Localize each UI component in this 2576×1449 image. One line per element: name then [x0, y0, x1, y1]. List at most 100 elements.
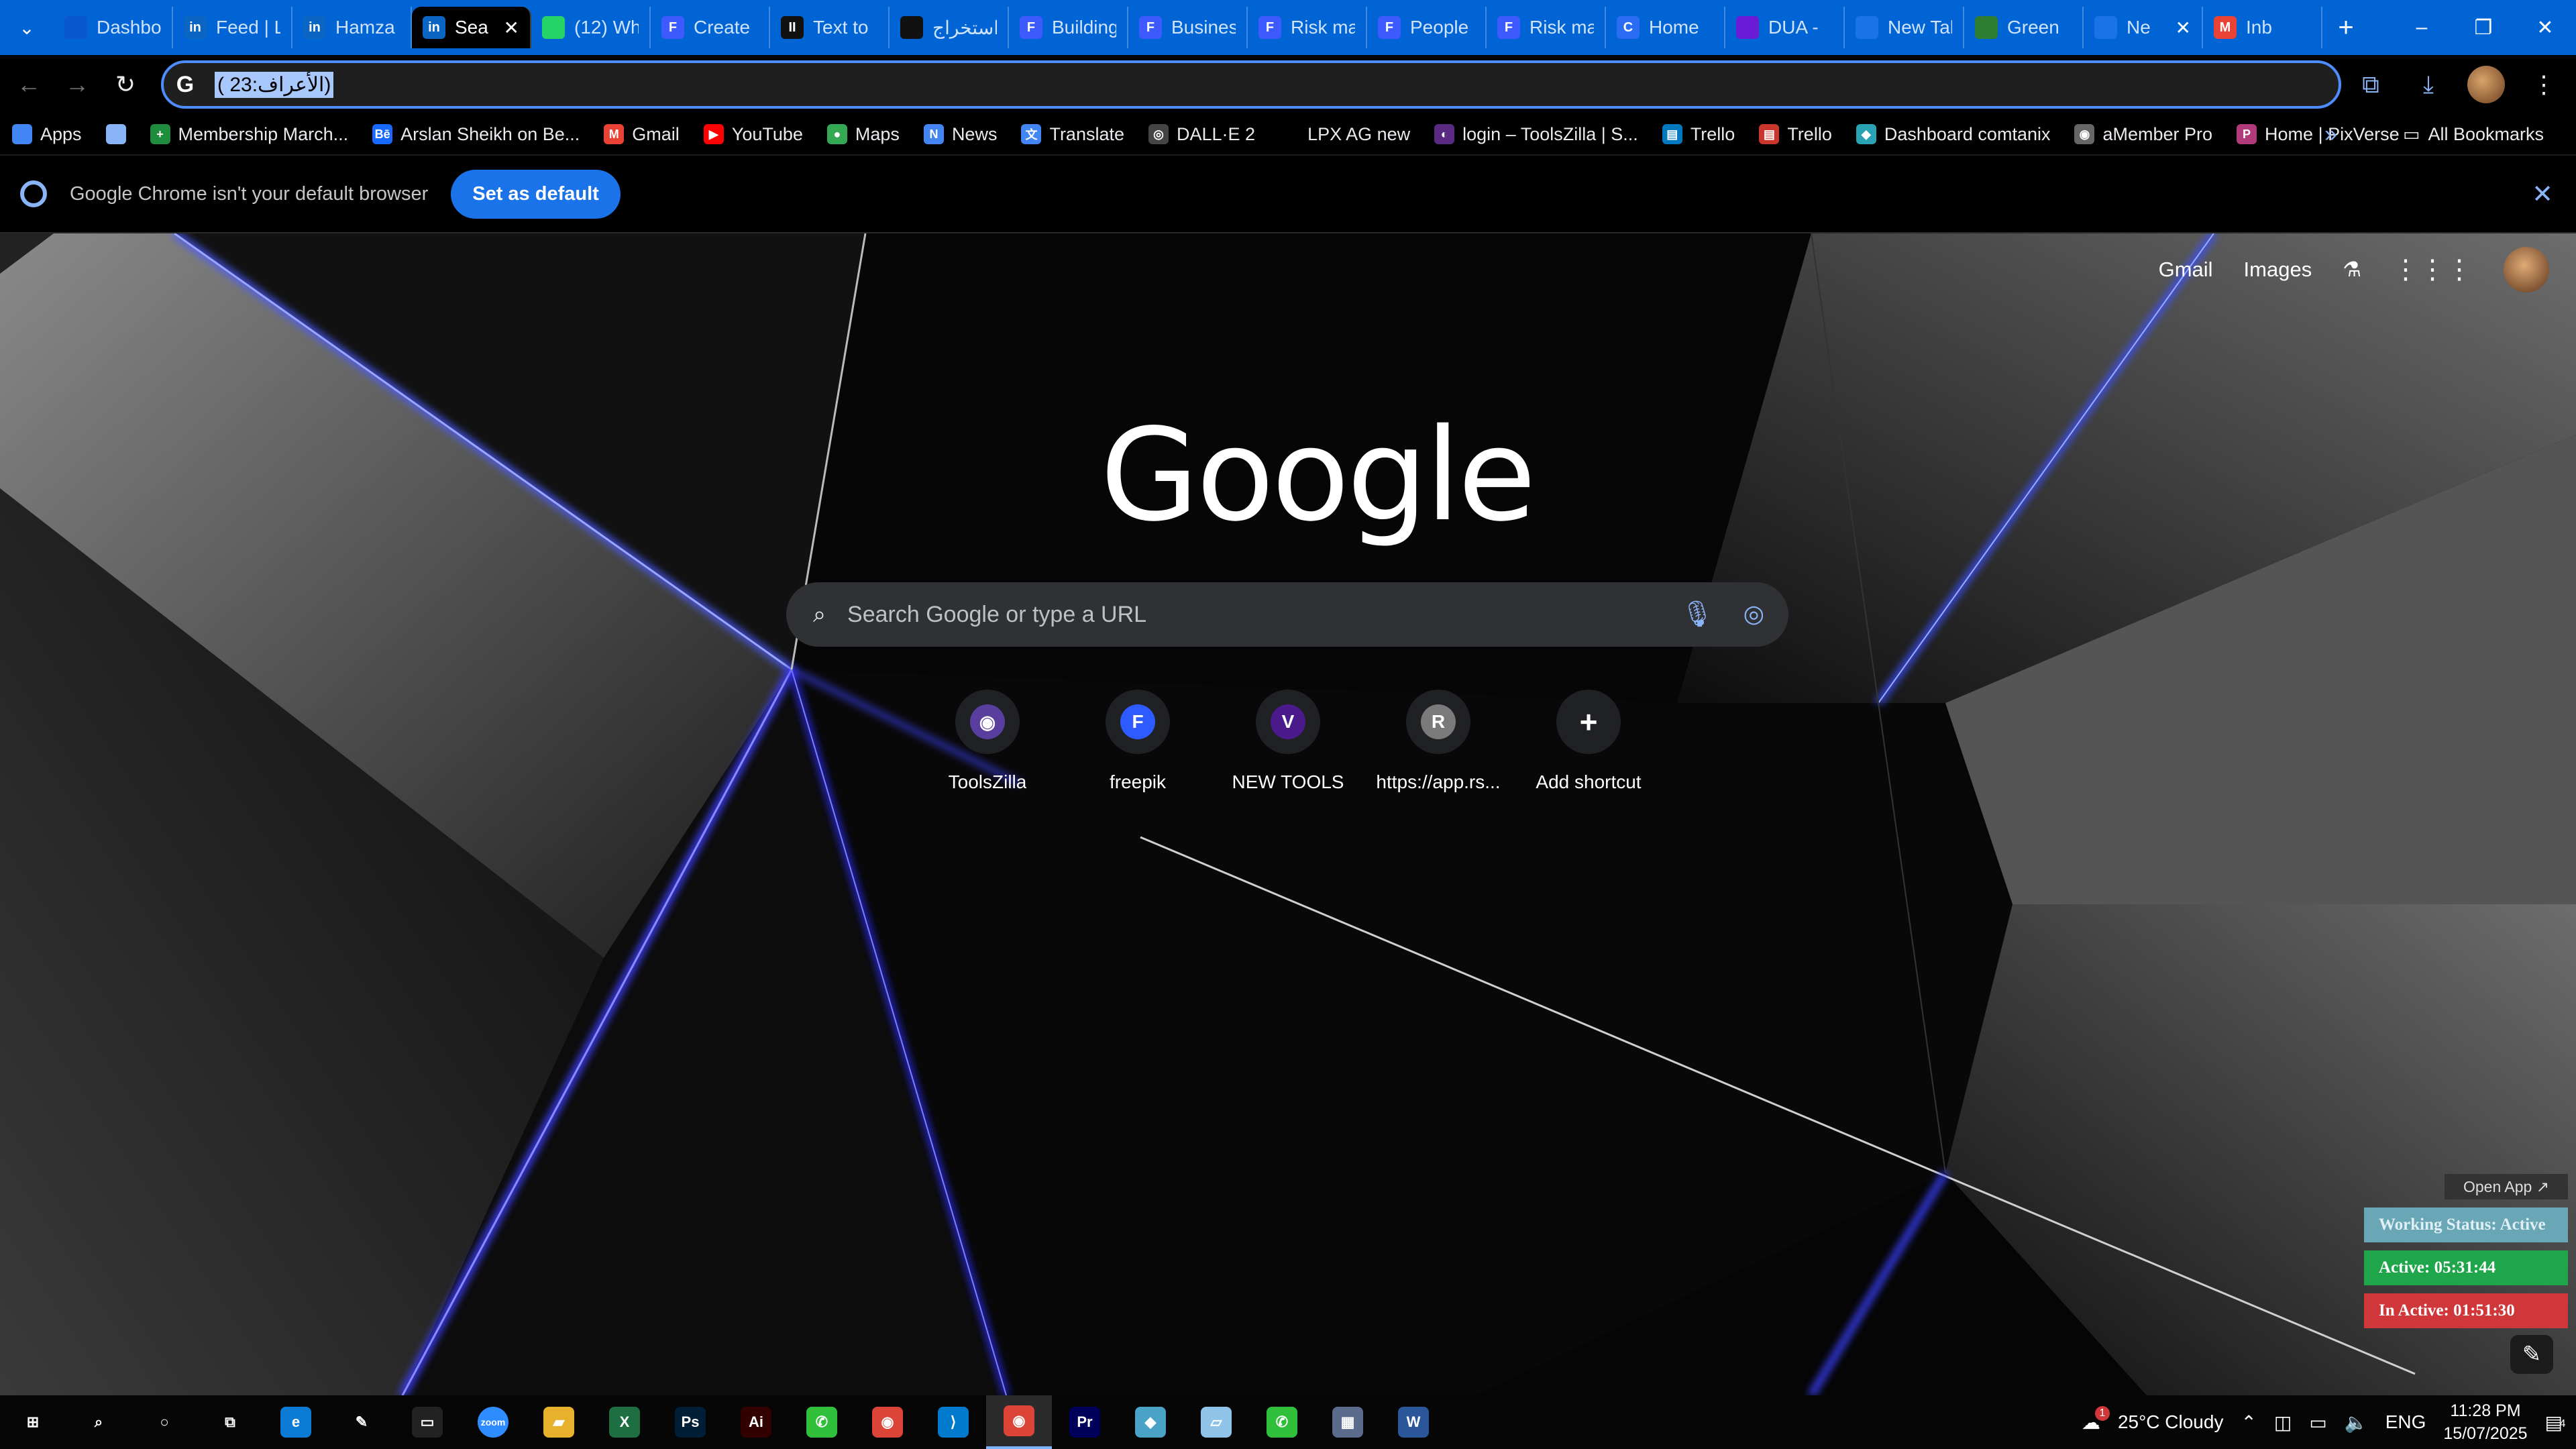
open-app-button[interactable]: Open App ↗ — [2445, 1174, 2568, 1199]
kebab-menu-icon[interactable]: ⋮ — [2525, 66, 2563, 103]
shortcut-tile[interactable]: Ffreepik — [1063, 690, 1213, 793]
taskbar-button[interactable]: Ps — [657, 1395, 723, 1449]
tab-close-icon[interactable]: ✕ — [504, 17, 519, 39]
taskbar-button[interactable]: ▱ — [1183, 1395, 1249, 1449]
bookmark-item[interactable]: LPX AG new — [1267, 124, 1422, 145]
tab[interactable]: in Feed | L — [173, 7, 292, 48]
language-indicator[interactable]: ENG — [2385, 1411, 2426, 1433]
taskbar-button[interactable]: zoom — [460, 1395, 526, 1449]
tab[interactable]: استخراج — [890, 7, 1009, 48]
address-bar[interactable]: G ( الأعراف:23) — [161, 60, 2341, 109]
bookmark-item[interactable]: ● Maps — [815, 124, 912, 145]
bookmark-item[interactable]: N News — [912, 124, 1010, 145]
meet-icon[interactable]: ◫ — [2274, 1411, 2292, 1434]
taskbar-button[interactable]: ✆ — [1249, 1395, 1315, 1449]
taskbar-button[interactable]: ▭ — [394, 1395, 460, 1449]
tab-close-icon[interactable]: ✕ — [2176, 17, 2191, 39]
voice-search-mic-icon[interactable]: 🎙 — [1681, 600, 1713, 629]
bookmark-item[interactable]: Apps — [0, 124, 94, 145]
taskbar-button[interactable]: ▰ — [526, 1395, 592, 1449]
bookmark-item[interactable]: ▤ Trello — [1650, 124, 1748, 145]
bookmark-item[interactable] — [94, 124, 138, 144]
bookmark-item[interactable]: ◆ Dashboard comtanix — [1844, 124, 2063, 145]
volume-icon[interactable]: 🔈 — [2345, 1411, 2368, 1434]
add-shortcut-button[interactable]: + Add shortcut — [1513, 690, 1664, 793]
downloads-icon[interactable]: ⤓ — [2410, 66, 2447, 103]
taskbar-button[interactable]: Pr — [1052, 1395, 1118, 1449]
more-bookmarks-button[interactable]: » — [2324, 121, 2337, 148]
bookmark-item[interactable]: ◐ login – ToolsZilla | S... — [1422, 124, 1650, 145]
tab[interactable]: II Text to — [770, 7, 890, 48]
close-window-button[interactable]: ✕ — [2514, 0, 2576, 55]
bookmark-item[interactable]: ◉ aMember Pro — [2062, 124, 2224, 145]
tab[interactable]: Ne ✕ — [2084, 7, 2203, 48]
search-input[interactable] — [846, 600, 1585, 629]
customize-pencil-icon[interactable]: ✎ — [2510, 1335, 2553, 1374]
google-lens-icon[interactable]: ◎ — [1743, 600, 1764, 628]
taskbar-button[interactable]: ✆ — [789, 1395, 855, 1449]
weather-text[interactable]: 25°C Cloudy — [2118, 1411, 2224, 1433]
gmail-link[interactable]: Gmail — [2159, 258, 2213, 282]
tab[interactable]: in Hamza — [292, 7, 412, 48]
tab[interactable]: DUA - — [1725, 7, 1845, 48]
tab[interactable]: New Tal — [1845, 7, 1964, 48]
tab[interactable]: Green — [1964, 7, 2084, 48]
back-button[interactable]: ← — [9, 65, 48, 104]
tab[interactable]: F People — [1367, 7, 1487, 48]
shortcut-tile[interactable]: Rhttps://app.rs... — [1363, 690, 1513, 793]
set-as-default-button[interactable]: Set as default — [451, 169, 621, 219]
shortcut-tile[interactable]: V NEW TOOLS — [1213, 690, 1363, 793]
notification-center-icon[interactable]: ▤ 4 — [2545, 1411, 2566, 1434]
taskbar-button[interactable]: ◉ — [986, 1395, 1052, 1449]
tab[interactable]: F Building — [1009, 7, 1128, 48]
tab[interactable]: F Risk ma — [1487, 7, 1606, 48]
taskbar-button[interactable]: ⌕ — [66, 1395, 131, 1449]
taskbar-button[interactable]: ◉ — [855, 1395, 920, 1449]
tab[interactable]: (12) Wh — [531, 7, 651, 48]
minimize-button[interactable]: – — [2391, 0, 2453, 55]
taskbar-button[interactable]: ⊞ — [0, 1395, 66, 1449]
taskbar-button[interactable]: ⟩ — [920, 1395, 986, 1449]
taskbar-button[interactable]: Ai — [723, 1395, 789, 1449]
bookmark-item[interactable]: 文 Translate — [1009, 124, 1136, 145]
clock[interactable]: 11:28 PM 15/07/2025 — [2443, 1399, 2527, 1445]
extensions-icon[interactable]: ⧉ — [2352, 66, 2390, 103]
bookmark-item[interactable]: ▶ YouTube — [692, 124, 815, 145]
taskbar-button[interactable]: ▦ — [1315, 1395, 1381, 1449]
tab[interactable]: F Busines — [1128, 7, 1248, 48]
taskbar-button[interactable]: X — [592, 1395, 657, 1449]
tab-search-chevron-icon[interactable]: ⌄ — [0, 0, 54, 55]
tab[interactable]: in Sea ✕ — [412, 7, 531, 48]
bookmark-item[interactable]: Bē Arslan Sheikh on Be... — [360, 124, 592, 145]
taskbar-button[interactable]: W — [1381, 1395, 1446, 1449]
infobar-close-icon[interactable]: ✕ — [2532, 179, 2553, 209]
bookmark-item[interactable]: ◎ DALL·E 2 — [1136, 124, 1267, 145]
account-avatar[interactable] — [2504, 247, 2549, 292]
new-tab-button[interactable]: + — [2322, 0, 2369, 55]
profile-avatar[interactable] — [2467, 66, 2505, 103]
tray-chevron-icon[interactable]: ⌃ — [2241, 1411, 2256, 1434]
taskbar-button[interactable]: e — [263, 1395, 329, 1449]
tab[interactable]: F Create — [651, 7, 770, 48]
tab[interactable]: M Inb — [2203, 7, 2322, 48]
all-bookmarks-button[interactable]: ▭ All Bookmarks — [2391, 124, 2556, 145]
tab[interactable]: Dashbo — [54, 7, 173, 48]
google-apps-icon[interactable]: ⋮⋮⋮ — [2392, 254, 2473, 285]
taskbar-button[interactable]: ◆ — [1118, 1395, 1183, 1449]
taskbar-button[interactable]: ⧉ — [197, 1395, 263, 1449]
bookmark-item[interactable]: M Gmail — [592, 124, 692, 145]
taskbar-button[interactable]: ○ — [131, 1395, 197, 1449]
labs-flask-icon[interactable]: ⚗ — [2343, 258, 2361, 282]
restore-button[interactable]: ❐ — [2453, 0, 2514, 55]
reload-button[interactable]: ↻ — [106, 65, 145, 104]
network-icon[interactable]: ▭ — [2309, 1411, 2326, 1434]
tab[interactable]: C Home — [1606, 7, 1725, 48]
search-box[interactable]: ⌕ 🎙 ◎ — [786, 582, 1788, 647]
images-link[interactable]: Images — [2244, 258, 2312, 282]
weather-cloud-icon[interactable]: ☁ 1 — [2082, 1405, 2110, 1434]
shortcut-tile[interactable]: ◉ ToolsZilla — [912, 690, 1063, 793]
taskbar-button[interactable]: ✎ — [329, 1395, 394, 1449]
bookmark-item[interactable]: + Membership March... — [138, 124, 361, 145]
bookmark-item[interactable]: ▤ Trello — [1747, 124, 1844, 145]
address-text[interactable]: ( الأعراف:23) — [215, 71, 334, 98]
